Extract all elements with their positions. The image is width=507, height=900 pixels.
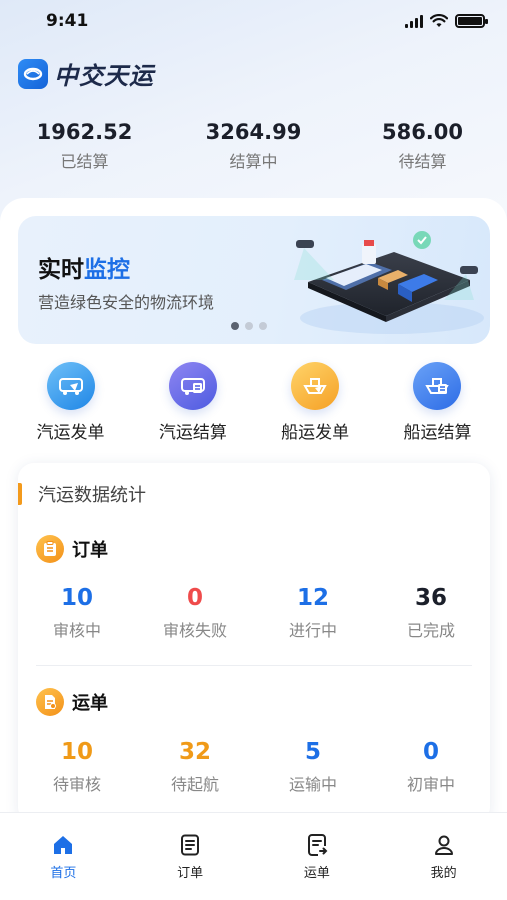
section-title: 汽运数据统计: [18, 481, 146, 507]
quick-label: 汽运发单: [36, 423, 105, 443]
logo-mark-icon: [18, 58, 48, 89]
logistics-illustration-icon: [294, 231, 484, 334]
order-metric-completed[interactable]: 36 已完成: [372, 585, 490, 641]
waybills-title: 运单: [72, 693, 108, 714]
tab-orders[interactable]: 订单: [127, 813, 254, 900]
metric-label: 待起航: [170, 775, 219, 794]
quick-actions: 汽运发单 汽运结算 船运发单 船运结算: [18, 362, 490, 443]
tab-label: 订单: [177, 866, 204, 881]
tab-label: 首页: [50, 866, 77, 881]
home-icon: [54, 836, 73, 854]
orders-title: 订单: [72, 540, 108, 561]
orders-header: 订单: [36, 535, 108, 563]
app-logo: 中交天运: [18, 56, 154, 91]
waybill-metric-pending-departure[interactable]: 32 待起航: [136, 739, 254, 795]
metric-label: 审核失败: [162, 621, 227, 640]
banner-dot[interactable]: [231, 322, 239, 330]
status-icons: [405, 14, 488, 28]
quick-label: 船运发单: [281, 423, 350, 443]
wifi-icon: [430, 14, 448, 27]
section-accent-bar: [18, 483, 22, 505]
metric-label: 审核中: [52, 621, 101, 640]
ship-settle-icon: [413, 362, 462, 410]
metric-label: 进行中: [288, 621, 337, 640]
waybill-metric-initial-review[interactable]: 0 初审中: [372, 739, 490, 795]
truck-stats-card: 汽运数据统计 订单 10 审核中 0 审核失败 12 进行中 36 已完成 运单…: [18, 463, 490, 823]
metric-label: 初审中: [406, 775, 455, 794]
banner-dot[interactable]: [245, 322, 253, 330]
bottom-tab-bar: 首页 订单 运单 我的: [0, 812, 507, 900]
summary-value: 1962.52: [36, 120, 133, 144]
metric-value: 0: [186, 585, 203, 611]
banner-title: 实时监控: [38, 250, 130, 284]
status-bar: 9:41: [0, 0, 507, 42]
waybill-metric-pending-review[interactable]: 10 待审核: [18, 739, 136, 795]
waybills-header: 运单: [36, 688, 108, 716]
tab-label: 运单: [303, 866, 330, 881]
waybill-document-icon: [36, 688, 64, 716]
summary-pending[interactable]: 586.00 待结算: [338, 120, 507, 172]
truck-settle-icon: [168, 362, 217, 410]
tab-profile[interactable]: 我的: [380, 813, 507, 900]
cellular-signal-icon: [405, 14, 423, 28]
order-icon: [181, 834, 200, 856]
summary-label: 结算中: [229, 152, 278, 171]
banner-subtitle: 营造绿色安全的物流环境: [38, 293, 215, 312]
waybill-icon: [307, 834, 328, 856]
summary-settling[interactable]: 3264.99 结算中: [169, 120, 338, 172]
order-metric-in-progress[interactable]: 12 进行中: [254, 585, 372, 641]
orders-metrics: 10 审核中 0 审核失败 12 进行中 36 已完成: [18, 585, 490, 641]
quick-ship-dispatch[interactable]: 船运发单: [263, 362, 368, 443]
settlement-summary: 1962.52 已结算 3264.99 结算中 586.00 待结算: [0, 120, 507, 172]
quick-label: 汽运结算: [158, 423, 227, 443]
metric-label: 运输中: [288, 775, 337, 794]
metric-value: 12: [296, 585, 329, 611]
order-metric-failed[interactable]: 0 审核失败: [136, 585, 254, 641]
metric-value: 32: [178, 739, 211, 765]
section-title-text: 汽运数据统计: [38, 485, 146, 506]
truck-send-icon: [46, 362, 95, 410]
profile-icon: [434, 835, 453, 855]
metric-label: 已完成: [406, 621, 455, 640]
quick-truck-settlement[interactable]: 汽运结算: [140, 362, 245, 443]
quick-label: 船运结算: [403, 423, 472, 443]
tab-label: 我的: [430, 866, 457, 881]
ship-send-icon: [291, 362, 340, 410]
summary-value: 3264.99: [205, 120, 302, 144]
tab-home[interactable]: 首页: [0, 813, 127, 900]
banner-title-highlight: 监控: [84, 257, 130, 283]
metric-value: 10: [60, 585, 93, 611]
order-metric-reviewing[interactable]: 10 审核中: [18, 585, 136, 641]
banner-title-plain: 实时: [38, 257, 84, 283]
tab-waybills[interactable]: 运单: [254, 813, 381, 900]
monitoring-banner[interactable]: 实时监控 营造绿色安全的物流环境: [18, 216, 490, 344]
quick-truck-dispatch[interactable]: 汽运发单: [18, 362, 123, 443]
metric-value: 0: [422, 739, 439, 765]
metric-value: 10: [60, 739, 93, 765]
summary-value: 586.00: [381, 120, 464, 144]
divider: [36, 665, 472, 666]
summary-settled[interactable]: 1962.52 已结算: [0, 120, 169, 172]
logo-text: 中交天运: [54, 62, 154, 90]
quick-ship-settlement[interactable]: 船运结算: [385, 362, 490, 443]
status-time: 9:41: [46, 11, 89, 31]
metric-value: 5: [304, 739, 321, 765]
metric-value: 36: [414, 585, 447, 611]
summary-label: 已结算: [60, 152, 109, 171]
banner-pagination[interactable]: [231, 322, 267, 330]
battery-icon: [455, 14, 488, 28]
order-clipboard-icon: [36, 535, 64, 563]
waybills-metrics: 10 待审核 32 待起航 5 运输中 0 初审中: [18, 739, 490, 795]
banner-dot[interactable]: [259, 322, 267, 330]
summary-label: 待结算: [398, 152, 447, 171]
waybill-metric-in-transit[interactable]: 5 运输中: [254, 739, 372, 795]
metric-label: 待审核: [52, 775, 101, 794]
